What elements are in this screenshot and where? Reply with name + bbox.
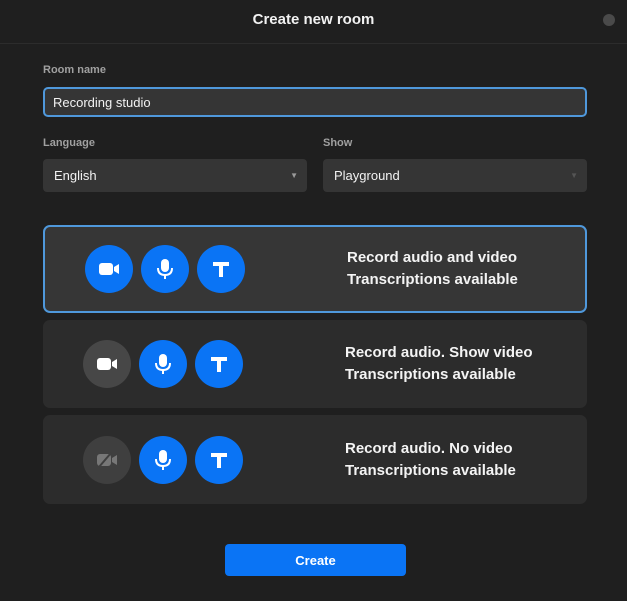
create-button[interactable]: Create	[225, 544, 406, 576]
mode-icons	[83, 415, 243, 504]
video-camera-icon	[83, 340, 131, 388]
mode-title: Record audio. No video	[345, 439, 513, 457]
language-select[interactable]: English ▼	[43, 159, 307, 192]
room-name-input[interactable]	[43, 87, 587, 117]
microphone-icon	[139, 340, 187, 388]
show-selected-value: Playground	[334, 168, 400, 183]
mode-option-audio-no-video[interactable]: Record audio. No video Transcriptions av…	[43, 415, 587, 504]
transcription-t-icon	[195, 435, 243, 484]
chevron-down-icon: ▼	[290, 171, 298, 180]
transcription-t-icon	[197, 245, 245, 293]
room-name-label: Room name	[43, 64, 106, 76]
window-close-icon[interactable]	[603, 14, 615, 26]
mode-option-audio-video[interactable]: Record audio and video Transcriptions av…	[43, 225, 587, 313]
mode-subtitle: Transcriptions available	[347, 271, 518, 288]
mode-description: Record audio. No video Transcriptions av…	[345, 438, 516, 482]
mode-option-audio-show-video[interactable]: Record audio. Show video Transcriptions …	[43, 320, 587, 408]
mode-description: Record audio. Show video Transcriptions …	[345, 342, 533, 386]
transcription-t-icon	[195, 340, 243, 388]
microphone-icon	[141, 245, 189, 293]
video-camera-off-icon	[83, 435, 131, 484]
dialog-title: Create new room	[252, 11, 375, 28]
video-camera-icon	[85, 245, 133, 293]
mode-description: Record audio and video Transcriptions av…	[347, 247, 518, 291]
title-bar: Create new room	[0, 0, 627, 44]
chevron-down-icon: ▼	[570, 171, 578, 180]
mode-subtitle: Transcriptions available	[345, 461, 516, 479]
mode-icons	[85, 227, 245, 311]
language-label: Language	[43, 137, 95, 149]
language-selected-value: English	[54, 168, 97, 183]
microphone-icon	[139, 435, 187, 484]
mode-subtitle: Transcriptions available	[345, 366, 516, 383]
mode-icons	[83, 320, 243, 408]
show-select[interactable]: Playground ▼	[323, 159, 587, 192]
show-label: Show	[323, 137, 353, 149]
mode-title: Record audio. Show video	[345, 344, 533, 361]
mode-title: Record audio and video	[347, 249, 518, 266]
